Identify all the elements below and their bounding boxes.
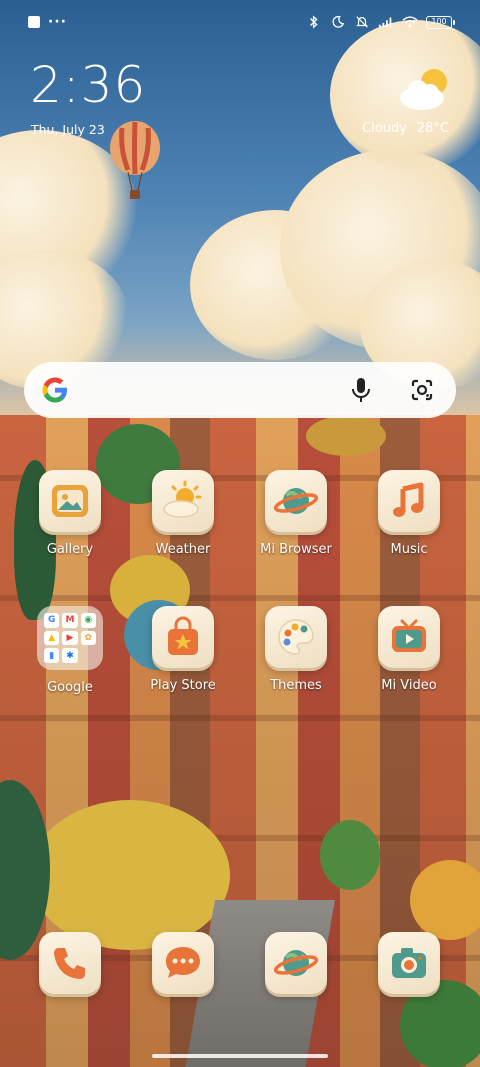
status-bar: ··· 100 <box>0 10 480 34</box>
clock-widget[interactable]: 2:36 <box>30 60 146 110</box>
google-folder-icon: G M ◉ ▲ ▶ ✿ ▮ ✱ <box>37 606 103 670</box>
hot-air-balloon-icon <box>110 121 160 199</box>
google-lens-icon[interactable] <box>410 378 434 402</box>
app-label: Mi Browser <box>260 542 332 557</box>
dock-phone[interactable] <box>15 932 125 994</box>
partly-cloudy-icon[interactable] <box>398 66 452 112</box>
meet-mini-icon: ▮ <box>44 648 60 663</box>
planet-browser-icon <box>265 470 327 532</box>
do-not-disturb-icon <box>332 15 345 28</box>
app-music[interactable]: Music <box>354 470 464 557</box>
wifi-icon <box>402 16 418 28</box>
dock-browser[interactable] <box>241 932 351 994</box>
video-tv-icon <box>378 606 440 668</box>
palette-icon <box>265 606 327 668</box>
weather-temperature: 28°C <box>416 121 449 136</box>
weather-widget[interactable]: Cloudy 28°C <box>362 121 449 136</box>
app-label: Google <box>47 680 93 695</box>
google-search-bar[interactable] <box>24 362 456 418</box>
more-dots-icon: ··· <box>48 14 67 30</box>
gallery-icon <box>39 470 101 532</box>
app-themes[interactable]: Themes <box>241 606 351 693</box>
app-folder-google[interactable]: G M ◉ ▲ ▶ ✿ ▮ ✱ Google <box>15 606 125 695</box>
app-label: Play Store <box>150 678 216 693</box>
camera-icon <box>378 932 440 994</box>
google-mini-icon: G <box>44 613 60 628</box>
youtube-mini-icon: ▶ <box>62 630 78 646</box>
app-label: Themes <box>270 678 322 693</box>
phone-icon <box>39 932 101 994</box>
screen-record-icon <box>28 16 40 28</box>
bluetooth-icon <box>310 15 318 29</box>
silent-icon <box>356 16 368 28</box>
date-label: Thu, July 23 <box>31 122 105 137</box>
app-weather[interactable]: Weather <box>128 470 238 557</box>
dock-messages[interactable] <box>128 932 238 994</box>
app-label: Weather <box>155 542 211 557</box>
google-logo-icon <box>42 377 67 403</box>
music-note-icon <box>378 470 440 532</box>
weather-app-icon <box>152 470 214 532</box>
app-label: Music <box>390 542 428 557</box>
empty-slot <box>81 648 96 663</box>
home-gesture-bar[interactable] <box>152 1054 328 1058</box>
signal-icon <box>378 17 392 28</box>
assistant-mini-icon: ✱ <box>62 648 78 663</box>
planet-browser-icon <box>265 932 327 994</box>
app-play-store[interactable]: Play Store <box>128 606 238 693</box>
photos-mini-icon: ✿ <box>80 630 96 646</box>
app-mi-browser[interactable]: Mi Browser <box>241 470 351 557</box>
app-mi-video[interactable]: Mi Video <box>354 606 464 693</box>
shopping-bag-icon <box>152 606 214 668</box>
messages-icon <box>152 932 214 994</box>
dock-camera[interactable] <box>354 932 464 994</box>
battery-indicator: 100 <box>426 15 455 29</box>
microphone-icon[interactable] <box>350 377 372 403</box>
app-label: Gallery <box>46 542 94 557</box>
drive-mini-icon: ▲ <box>44 630 60 646</box>
maps-mini-icon: ◉ <box>80 613 96 628</box>
app-gallery[interactable]: Gallery <box>15 470 125 557</box>
weather-condition: Cloudy <box>362 121 407 136</box>
app-label: Mi Video <box>381 678 437 693</box>
gmail-mini-icon: M <box>62 613 78 628</box>
